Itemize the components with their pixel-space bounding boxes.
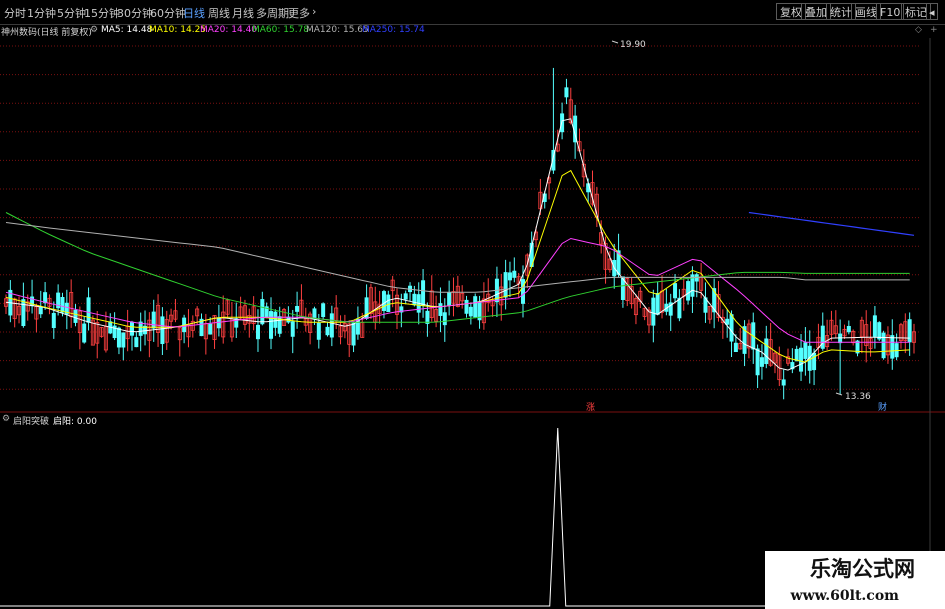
candle-body <box>803 342 808 359</box>
candle-body <box>386 294 391 313</box>
candle-body <box>564 87 569 98</box>
candle-body <box>412 293 417 306</box>
candle-body <box>208 323 213 335</box>
candle-body <box>872 315 877 337</box>
candlesticks <box>4 67 917 400</box>
candle-body <box>260 299 265 325</box>
candle-body <box>82 323 87 343</box>
zhang-marker: 涨 <box>586 402 595 413</box>
candle-body <box>86 297 91 323</box>
kline-chart[interactable]: 19.90 13.36 涨 财 <box>0 0 945 609</box>
candle-body <box>273 311 278 328</box>
candle-body <box>73 309 78 323</box>
candle-body <box>794 348 799 362</box>
candle-body <box>512 270 517 278</box>
candle-body <box>116 327 121 348</box>
candle-body <box>425 310 430 324</box>
candle-body <box>464 299 469 314</box>
candle-body <box>729 314 734 342</box>
watermark-url: www.60lt.com <box>790 588 899 604</box>
candle-body <box>447 292 452 307</box>
candle-body <box>321 303 326 318</box>
candle-body <box>812 352 817 371</box>
candle-body <box>134 337 139 348</box>
candle-body <box>781 379 786 386</box>
candle-body <box>764 338 769 365</box>
candle-body <box>255 324 260 340</box>
candle-body <box>269 311 274 339</box>
watermark-title: 乐淘公式网 <box>810 556 915 581</box>
high-price-label: 19.90 <box>620 40 646 50</box>
candle-body <box>421 280 426 306</box>
cai-marker: 财 <box>878 401 887 413</box>
candle-body <box>442 312 447 326</box>
candle-body <box>38 306 43 315</box>
candle-body <box>51 312 56 329</box>
candle-body <box>329 313 334 338</box>
candle-body <box>60 297 65 313</box>
candle-body <box>160 316 165 345</box>
candle-body <box>151 311 156 329</box>
candle-body <box>651 297 656 326</box>
candle-body <box>677 297 682 319</box>
candle-body <box>820 325 825 349</box>
candle-body <box>520 279 525 304</box>
candle-body <box>138 321 143 336</box>
candle-body <box>129 321 134 336</box>
candle-body <box>877 322 882 340</box>
candle-body <box>290 321 295 337</box>
candle-body <box>799 347 804 372</box>
candle-body <box>686 281 691 301</box>
candle-body <box>43 292 48 304</box>
candle-body <box>468 306 473 317</box>
candle-body <box>881 332 886 359</box>
candle-body <box>503 272 508 298</box>
candle-body <box>755 348 760 376</box>
candle-body <box>846 326 851 333</box>
candle-body <box>325 326 330 336</box>
candle-body <box>381 291 386 312</box>
candle-body <box>473 296 478 318</box>
candle-body <box>295 305 300 312</box>
candle-body <box>403 293 408 300</box>
candle-body <box>890 335 895 359</box>
candle-body <box>351 322 356 346</box>
candle-body <box>655 293 660 315</box>
candle-body <box>21 299 26 327</box>
candle-body <box>316 322 321 340</box>
low-price-label: 13.36 <box>845 392 871 402</box>
price-annotations: 19.90 13.36 涨 财 <box>586 40 887 413</box>
candle-body <box>507 272 512 281</box>
candle-body <box>673 283 678 299</box>
candle-body <box>759 357 764 367</box>
candle-body <box>121 332 126 348</box>
ma-line-ma250 <box>748 211 915 236</box>
candle-body <box>733 342 738 353</box>
watermark-logo: 乐淘公式网 www.60lt.com <box>765 551 945 609</box>
candle-body <box>438 303 443 316</box>
